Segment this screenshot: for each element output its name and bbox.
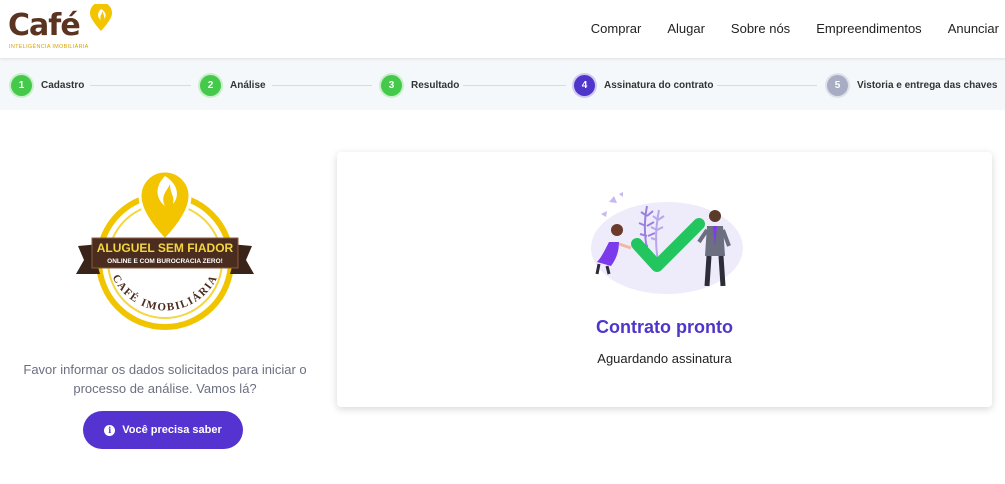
step-resultado: 3 Resultado <box>381 74 459 96</box>
info-icon: i <box>104 424 116 436</box>
step-number: 2 <box>200 74 221 96</box>
left-column: ALUGUEL SEM FIADOR ONLINE E COM BUROCRAC… <box>0 110 330 484</box>
top-header: Café INTELIGÊNCIA IMOBILIÁRIA Comprar Al… <box>0 0 1005 58</box>
step-label: Assinatura do contrato <box>604 79 714 91</box>
progress-stepper: 1 Cadastro 2 Análise 3 Resultado 4 Assin… <box>0 58 1005 110</box>
step-label: Resultado <box>411 79 460 91</box>
step-label: Vistoria e entrega das chaves <box>857 79 998 91</box>
step-assinatura: 4 Assinatura do contrato <box>574 74 713 96</box>
aluguel-sem-fiador-badge: ALUGUEL SEM FIADOR ONLINE E COM BUROCRAC… <box>70 158 260 334</box>
nav-anunciar[interactable]: Anunciar <box>948 21 999 36</box>
logo-wordmark: Café <box>8 8 81 43</box>
step-number: 5 <box>827 74 848 96</box>
step-connector <box>717 85 817 86</box>
main-nav: Comprar Alugar Sobre nós Empreendimentos… <box>591 0 1005 56</box>
step-number: 4 <box>574 74 595 96</box>
contract-signed-illustration <box>591 192 743 294</box>
flame-drop-icon <box>90 4 112 31</box>
step-cadastro: 1 Cadastro <box>11 74 84 96</box>
badge-graphic: ALUGUEL SEM FIADOR ONLINE E COM BUROCRAC… <box>76 169 254 330</box>
step-label: Análise <box>230 79 266 91</box>
nav-comprar[interactable]: Comprar <box>591 21 642 36</box>
step-analise: 2 Análise <box>200 74 266 96</box>
step-connector <box>90 85 191 86</box>
logo-tagline: INTELIGÊNCIA IMOBILIÁRIA <box>9 44 89 50</box>
step-number: 3 <box>381 74 402 96</box>
card-title: Contrato pronto <box>596 317 733 337</box>
voce-precisa-saber-button[interactable]: i Você precisa saber <box>83 411 243 449</box>
badge-banner-sub: ONLINE E COM BUROCRACIA ZERO! <box>107 258 223 265</box>
nav-empreendimentos[interactable]: Empreendimentos <box>816 21 922 36</box>
nav-alugar[interactable]: Alugar <box>667 21 705 36</box>
cafe-logo[interactable]: Café INTELIGÊNCIA IMOBILIÁRIA <box>8 4 118 56</box>
nav-sobre-nos[interactable]: Sobre nós <box>731 21 790 36</box>
step-connector <box>463 85 566 86</box>
badge-banner-main: ALUGUEL SEM FIADOR <box>97 241 234 255</box>
step-vistoria: 5 Vistoria e entrega das chaves <box>827 74 997 96</box>
button-label: Você precisa saber <box>122 424 222 436</box>
info-text: Favor informar os dados solicitados para… <box>23 362 307 396</box>
step-label: Cadastro <box>41 79 85 91</box>
step-number: 1 <box>11 74 32 96</box>
step-connector <box>272 85 372 86</box>
status-card: Contrato pronto Aguardando assinatura <box>337 152 992 407</box>
card-subtitle: Aguardando assinatura <box>597 351 732 366</box>
